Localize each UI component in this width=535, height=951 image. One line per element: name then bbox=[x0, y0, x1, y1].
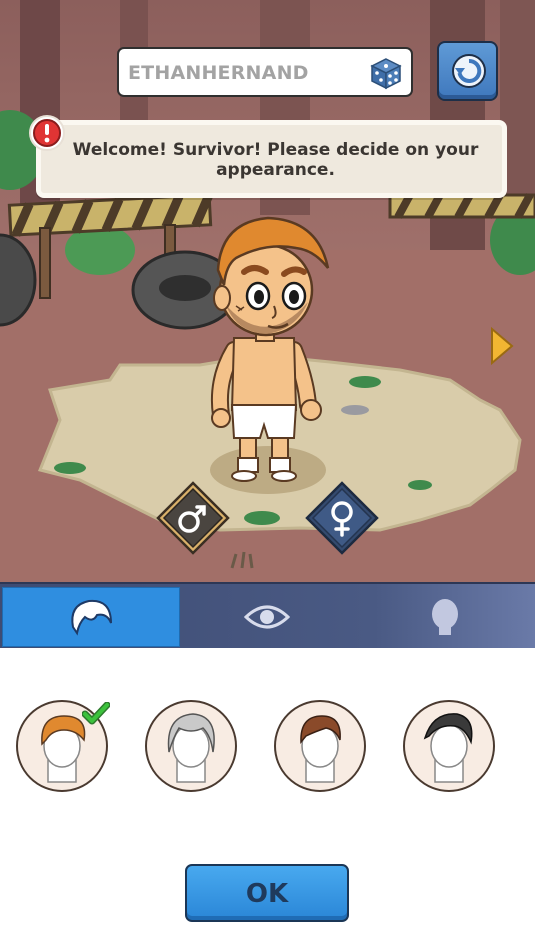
head-icon bbox=[431, 599, 458, 635]
hair-icon bbox=[71, 599, 112, 636]
female-gender-button[interactable] bbox=[305, 481, 379, 555]
dice-icon[interactable] bbox=[369, 56, 403, 90]
hair-option-3[interactable] bbox=[274, 700, 366, 792]
chevron-right-icon[interactable] bbox=[489, 326, 515, 366]
randomize-button[interactable] bbox=[437, 41, 498, 101]
hair-style-preview bbox=[167, 713, 215, 783]
welcome-notice: Welcome! Survivor! Please decide on your… bbox=[36, 120, 507, 198]
ok-button[interactable]: OK bbox=[185, 864, 349, 922]
hair-option-4[interactable] bbox=[403, 700, 495, 792]
character-avatar bbox=[210, 216, 330, 482]
tab-face[interactable] bbox=[354, 587, 535, 647]
check-icon bbox=[82, 702, 110, 725]
game-scene: ETHANHERNAND Welcome! Survivor! Please d… bbox=[0, 0, 535, 582]
ok-button-label: OK bbox=[245, 879, 289, 909]
customization-tabs bbox=[0, 582, 535, 648]
male-gender-button[interactable] bbox=[156, 481, 230, 555]
hair-style-preview bbox=[300, 715, 341, 783]
eye-icon bbox=[244, 605, 290, 629]
name-input[interactable]: ETHANHERNAND bbox=[117, 47, 413, 97]
name-value: ETHANHERNAND bbox=[128, 62, 309, 84]
notice-text: Welcome! Survivor! Please decide on your… bbox=[72, 140, 479, 180]
tab-hair[interactable] bbox=[2, 587, 180, 647]
tab-eyes[interactable] bbox=[182, 587, 352, 647]
refresh-icon bbox=[452, 54, 486, 88]
alert-icon bbox=[29, 115, 65, 151]
hair-style-preview bbox=[423, 713, 473, 783]
hair-option-2[interactable] bbox=[145, 700, 237, 792]
